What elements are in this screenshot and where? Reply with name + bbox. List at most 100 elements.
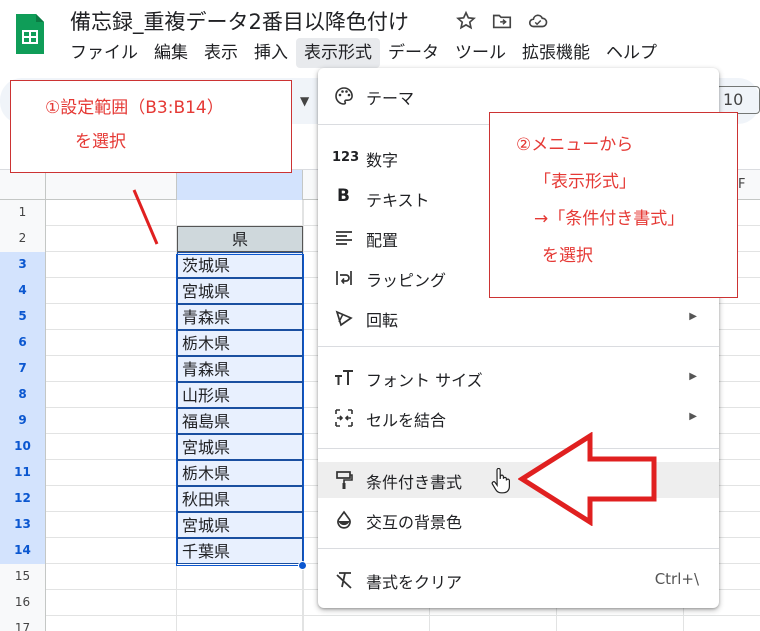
grid-cell[interactable] bbox=[303, 278, 304, 304]
grid-cell-b[interactable] bbox=[177, 590, 303, 616]
menu-item-clear-formatting[interactable]: 書式をクリア Ctrl+\ bbox=[318, 562, 719, 598]
menu-data[interactable]: データ bbox=[380, 38, 447, 68]
column-title-cell[interactable]: 県 bbox=[177, 226, 303, 252]
grid-cell-a[interactable] bbox=[46, 278, 177, 304]
submenu-arrow-icon: ▶ bbox=[689, 311, 697, 322]
row-header[interactable]: 15 bbox=[0, 564, 46, 590]
grid-cell-a[interactable] bbox=[46, 564, 177, 590]
grid-cell[interactable] bbox=[303, 304, 304, 330]
grid-cell-b[interactable]: 宮城県 bbox=[177, 434, 303, 460]
row-header[interactable]: 14 bbox=[0, 538, 46, 564]
menu-item-font-size[interactable]: フォント サイズ ▶ bbox=[318, 360, 719, 396]
row-header[interactable]: 4 bbox=[0, 278, 46, 304]
cloud-status-icon[interactable] bbox=[527, 10, 549, 36]
row-header[interactable]: 6 bbox=[0, 330, 46, 356]
row-header[interactable]: 3 bbox=[0, 252, 46, 278]
grid-cell-a[interactable] bbox=[46, 460, 177, 486]
grid-cell[interactable] bbox=[303, 434, 304, 460]
grid-cell[interactable] bbox=[303, 486, 304, 512]
grid-cell-b[interactable]: 秋田県 bbox=[177, 486, 303, 512]
menu-format[interactable]: 表示形式 bbox=[296, 38, 380, 68]
grid-cell-a[interactable] bbox=[46, 434, 177, 460]
palette-icon bbox=[335, 87, 353, 105]
grid-cell-b[interactable]: 茨城県 bbox=[177, 252, 303, 278]
grid-cell[interactable] bbox=[303, 252, 304, 278]
grid-cell[interactable] bbox=[303, 590, 304, 616]
star-icon[interactable] bbox=[455, 10, 477, 36]
grid-cell-a[interactable] bbox=[46, 330, 177, 356]
grid-cell[interactable] bbox=[683, 616, 684, 631]
row-header[interactable]: 9 bbox=[0, 408, 46, 434]
grid-cell[interactable] bbox=[429, 616, 430, 631]
grid-cell-b[interactable]: 福島県 bbox=[177, 408, 303, 434]
grid-cell-b[interactable]: 青森県 bbox=[177, 356, 303, 382]
menu-item-rotate[interactable]: 回転 ▶ bbox=[318, 300, 719, 336]
grid-cell-b[interactable]: 栃木県 bbox=[177, 330, 303, 356]
menu-insert[interactable]: 挿入 bbox=[246, 38, 296, 68]
callout-step1-line1: ①設定範囲（B3:B14） bbox=[45, 98, 224, 118]
row-header[interactable]: 5 bbox=[0, 304, 46, 330]
corner-cell[interactable] bbox=[0, 170, 46, 200]
grid-cell[interactable] bbox=[303, 512, 304, 538]
grid-cell-a[interactable] bbox=[46, 512, 177, 538]
grid-cell-b[interactable]: 宮城県 bbox=[177, 278, 303, 304]
menu-view[interactable]: 表示 bbox=[196, 38, 246, 68]
row-header[interactable]: 16 bbox=[0, 590, 46, 616]
grid-cell-a[interactable] bbox=[46, 200, 177, 226]
row-header[interactable]: 13 bbox=[0, 512, 46, 538]
grid-cell-a[interactable] bbox=[46, 590, 177, 616]
menu-item-merge-cells-label: セルを結合 bbox=[366, 411, 447, 430]
grid-cell-b[interactable]: 山形県 bbox=[177, 382, 303, 408]
row-header[interactable]: 11 bbox=[0, 460, 46, 486]
row-header[interactable]: 17 bbox=[0, 616, 46, 631]
menu-help[interactable]: ヘルプ bbox=[598, 38, 665, 68]
menu-item-merge-cells[interactable]: セルを結合 ▶ bbox=[318, 400, 719, 436]
grid-cell[interactable] bbox=[303, 356, 304, 382]
grid-cell[interactable] bbox=[303, 330, 304, 356]
grid-cell-a[interactable] bbox=[46, 408, 177, 434]
grid-cell-b[interactable] bbox=[177, 616, 303, 631]
menu-edit[interactable]: 編集 bbox=[146, 38, 196, 68]
grid-cell-a[interactable] bbox=[46, 616, 177, 631]
grid-cell-a[interactable] bbox=[46, 304, 177, 330]
grid-cell-b[interactable]: 栃木県 bbox=[177, 460, 303, 486]
grid-cell-b[interactable] bbox=[177, 200, 303, 226]
grid-cell-b[interactable]: 宮城県 bbox=[177, 512, 303, 538]
grid-cell-a[interactable] bbox=[46, 538, 177, 564]
grid-cell-a[interactable] bbox=[46, 382, 177, 408]
column-header-b[interactable] bbox=[177, 170, 303, 200]
dropdown-caret-icon[interactable]: ▼ bbox=[300, 94, 309, 108]
grid-cell-a[interactable] bbox=[46, 252, 177, 278]
menu-item-alignment-label: 配置 bbox=[366, 231, 399, 250]
fill-handle[interactable] bbox=[298, 561, 307, 570]
doc-title[interactable]: 備忘録_重複データ2番目以降色付け bbox=[70, 6, 409, 36]
grid-cell-b[interactable]: 青森県 bbox=[177, 304, 303, 330]
row-header[interactable]: 12 bbox=[0, 486, 46, 512]
row-header[interactable]: 2 bbox=[0, 226, 46, 252]
grid-cell[interactable] bbox=[556, 616, 557, 631]
callout-step2-line1: ②メニューから bbox=[516, 135, 634, 155]
grid-cell-a[interactable] bbox=[46, 356, 177, 382]
grid-cell-a[interactable] bbox=[46, 486, 177, 512]
row-header[interactable]: 7 bbox=[0, 356, 46, 382]
grid-cell[interactable] bbox=[303, 200, 304, 226]
grid-cell[interactable] bbox=[303, 408, 304, 434]
column-header-a[interactable] bbox=[46, 170, 177, 200]
row-header[interactable]: 10 bbox=[0, 434, 46, 460]
row-header[interactable]: 1 bbox=[0, 200, 46, 226]
grid-cell-a[interactable] bbox=[46, 226, 177, 252]
grid-cell[interactable] bbox=[303, 616, 304, 631]
row-header[interactable]: 8 bbox=[0, 382, 46, 408]
move-folder-icon[interactable] bbox=[491, 10, 513, 36]
grid-cell-b[interactable] bbox=[177, 564, 303, 590]
menu-item-theme[interactable]: テーマ bbox=[318, 78, 719, 114]
menu-extensions[interactable]: 拡張機能 bbox=[514, 38, 598, 68]
menu-file[interactable]: ファイル bbox=[62, 38, 146, 68]
grid-cell[interactable] bbox=[303, 460, 304, 486]
grid-cell-b[interactable]: 千葉県 bbox=[177, 538, 303, 564]
grid-cell[interactable] bbox=[303, 226, 304, 252]
grid-cell[interactable] bbox=[303, 382, 304, 408]
font-size-input[interactable]: 10 bbox=[716, 86, 760, 114]
menu-tools[interactable]: ツール bbox=[447, 38, 514, 68]
sheets-logo-icon[interactable] bbox=[14, 12, 46, 56]
